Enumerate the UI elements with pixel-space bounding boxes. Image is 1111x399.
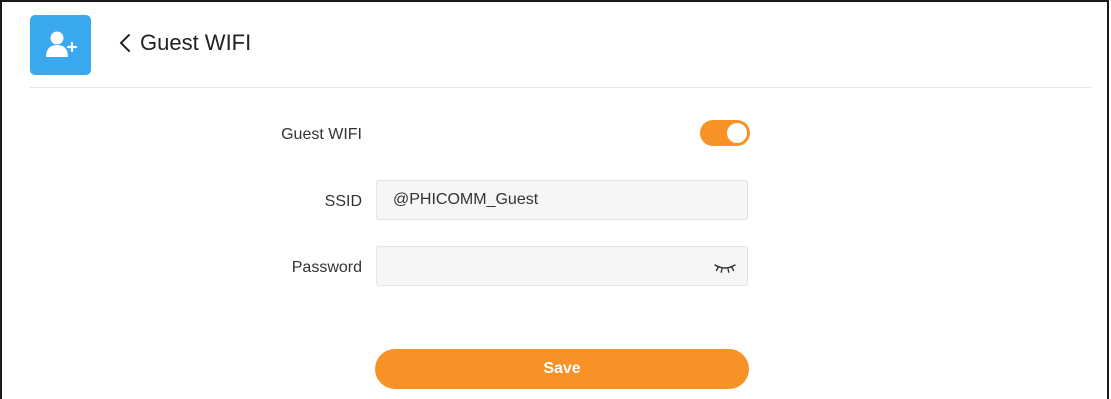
toggle-knob [727,123,747,143]
header-divider [30,87,1091,88]
ssid-field-container [376,180,748,220]
password-field-container [376,246,748,286]
chevron-left-icon [118,30,136,56]
user-add-icon [30,15,91,75]
page-title: Guest WIFI [140,30,252,55]
password-input[interactable] [377,247,747,285]
guest-wifi-label: Guest WIFI [281,126,362,143]
back-button[interactable]: Guest WIFI [118,30,251,56]
ssid-label: SSID [324,193,362,210]
password-label: Password [291,259,362,276]
ssid-input[interactable] [377,181,747,219]
header: Guest WIFI [0,0,1109,88]
save-button[interactable]: Save [375,349,749,389]
guest-wifi-toggle[interactable] [700,120,750,146]
eye-closed-icon[interactable] [713,258,737,276]
